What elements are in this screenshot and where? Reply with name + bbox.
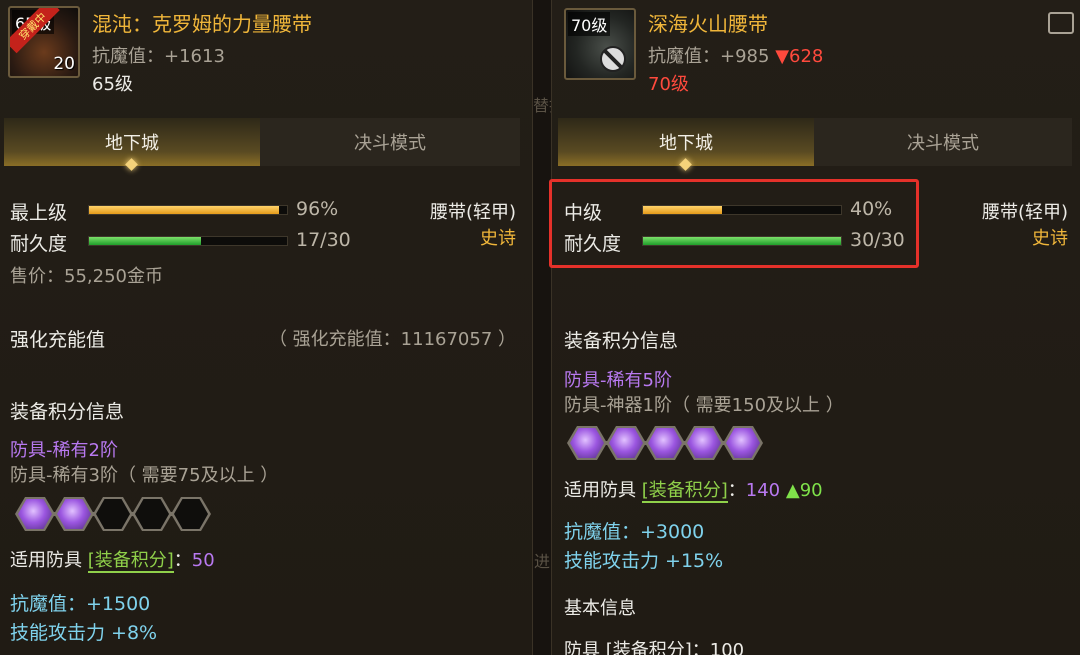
applies-line: 适用防具 [装备积分]：140 ▲90 bbox=[564, 476, 823, 503]
magic-resist-value: 抗魔值：+985 bbox=[648, 46, 770, 67]
tab-dungeon[interactable]: 地下城 bbox=[558, 118, 814, 171]
bonus-skill-attack: 技能攻击力 +15% bbox=[564, 550, 724, 572]
tab-label: 地下城 bbox=[659, 133, 713, 154]
durability-bar bbox=[88, 236, 288, 246]
durability-value: 17/30 bbox=[296, 229, 351, 251]
tab-label: 决斗模式 bbox=[354, 133, 426, 154]
tab-duel-mode[interactable]: 决斗模式 bbox=[260, 118, 520, 166]
durability-bar-fill bbox=[89, 237, 202, 245]
active-tab-indicator-icon bbox=[125, 158, 138, 171]
applies-value: 140 bbox=[745, 480, 781, 501]
active-tab-indicator-icon bbox=[679, 158, 692, 171]
applies-prefix: 适用防具 bbox=[564, 480, 636, 501]
score-next-tier: 防具-神器1阶（ 需要150及以上 ） bbox=[564, 395, 844, 416]
grade-value: 96% bbox=[296, 198, 339, 220]
highlight-annotation bbox=[549, 179, 919, 268]
durability-label: 耐久度 bbox=[10, 233, 68, 255]
basic-info-line: 防具 [装备积分]：100 bbox=[564, 640, 745, 655]
grade-bar-fill bbox=[89, 206, 280, 214]
applies-tag: [装备积分] bbox=[641, 480, 728, 503]
magic-resist-stat: 抗魔值：+1613 bbox=[92, 46, 225, 67]
item-rarity: 史诗 bbox=[480, 228, 516, 249]
applies-diff: ▲90 bbox=[785, 480, 823, 501]
item-title: 深海火山腰带 bbox=[648, 12, 768, 36]
score-section-title: 装备积分信息 bbox=[10, 401, 125, 423]
bg-fragment: 进 bbox=[533, 552, 550, 571]
bonus-magic-resist: 抗魔值：+3000 bbox=[564, 521, 705, 543]
magic-resist-stat: 抗魔值：+985 ▼628 bbox=[648, 42, 823, 68]
bonus-skill-attack: 技能攻击力 +8% bbox=[10, 622, 158, 644]
item-rarity: 史诗 bbox=[1032, 228, 1068, 249]
item-tooltip-compare: 70级 深海火山腰带 抗魔值：+985 ▼628 70级 地下城 决斗模式 中级… bbox=[551, 0, 1080, 655]
applies-prefix: 适用防具 bbox=[10, 550, 82, 571]
bg-fragment: 替换 bbox=[533, 96, 551, 115]
grade-label: 最上级 bbox=[10, 202, 68, 224]
item-icon-belt[interactable]: 70级 bbox=[564, 8, 636, 80]
applies-tag: [装备积分] bbox=[87, 550, 174, 573]
score-next-tier: 防具-稀有3阶（ 需要75及以上 ） bbox=[10, 465, 279, 486]
tab-duel-mode[interactable]: 决斗模式 bbox=[814, 118, 1072, 166]
tab-dungeon[interactable]: 地下城 bbox=[4, 118, 260, 171]
magic-resist-diff: ▼628 bbox=[775, 46, 824, 67]
applies-colon: ： bbox=[173, 550, 192, 571]
sell-price: 售价：55,250金币 bbox=[10, 266, 163, 287]
required-level: 65级 bbox=[92, 74, 133, 95]
item-type: 腰带(轻甲) bbox=[981, 202, 1068, 223]
item-level-tag: 70级 bbox=[568, 12, 611, 36]
score-tier: 防具-稀有2阶 bbox=[10, 440, 118, 461]
unavailable-icon bbox=[600, 46, 626, 72]
tab-label: 决斗模式 bbox=[907, 133, 979, 154]
tab-label: 地下城 bbox=[105, 133, 159, 154]
score-tier: 防具-稀有5阶 bbox=[564, 370, 672, 391]
item-icon-belt[interactable]: 65级 穿戴中 20 bbox=[8, 6, 80, 78]
item-title: 混沌：克罗姆的力量腰带 bbox=[92, 12, 312, 36]
bonus-magic-resist: 抗魔值：+1500 bbox=[10, 593, 151, 615]
applies-colon: ： bbox=[727, 480, 746, 501]
grade-bar bbox=[88, 205, 288, 215]
reinforce-value: （ 强化充能值：11167057 ） bbox=[268, 329, 516, 350]
reinforce-label: 强化充能值 bbox=[10, 329, 106, 351]
item-count: 20 bbox=[53, 54, 75, 74]
score-section-title: 装备积分信息 bbox=[564, 330, 679, 352]
share-icon[interactable] bbox=[1048, 12, 1074, 34]
required-level: 70级 bbox=[648, 74, 689, 95]
applies-value: 50 bbox=[191, 550, 215, 571]
item-type: 腰带(轻甲) bbox=[429, 202, 516, 223]
applies-line: 适用防具 [装备积分]：50 bbox=[10, 546, 215, 573]
item-tooltip-equipped: 65级 穿戴中 20 混沌：克罗姆的力量腰带 抗魔值：+1613 65级 地下城… bbox=[0, 0, 533, 655]
basic-info-title: 基本信息 bbox=[564, 598, 636, 619]
